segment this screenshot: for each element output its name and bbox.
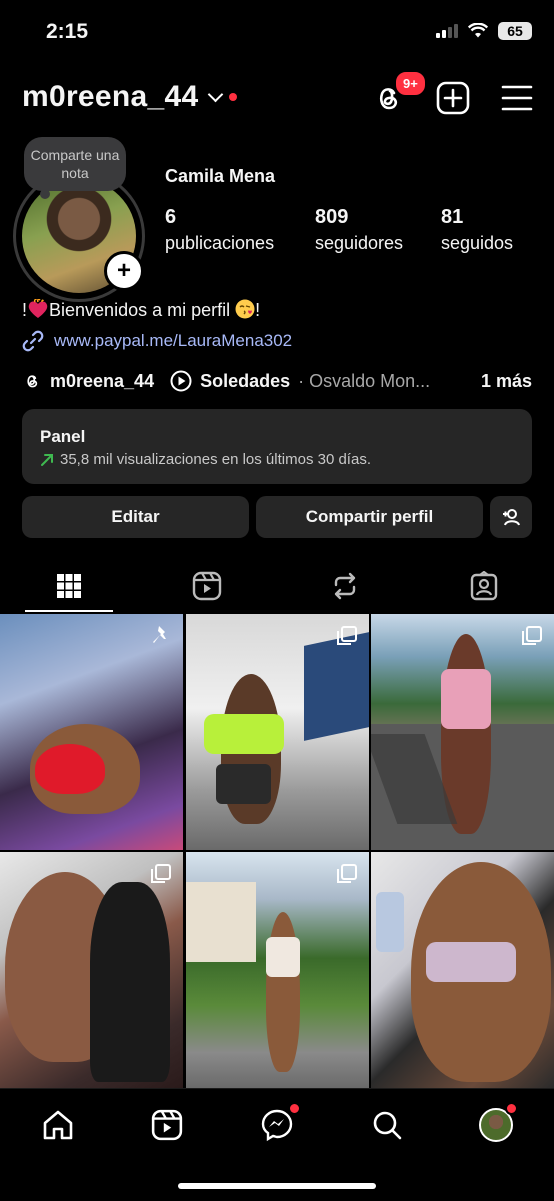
create-icon[interactable] [435, 80, 471, 116]
pin-icon [153, 626, 166, 643]
multiple-posts-icon [522, 626, 542, 645]
nav-search[interactable] [367, 1105, 407, 1145]
trend-up-icon [41, 453, 53, 466]
nav-profile[interactable] [476, 1102, 518, 1145]
bio: ! Bienvenidos a mi perfil ! [22, 298, 261, 321]
multiple-posts-icon [337, 626, 357, 645]
tab-reposts[interactable] [301, 560, 389, 612]
wifi-icon [468, 23, 488, 38]
threads-badge: 9+ [394, 70, 427, 97]
profile-tabs [0, 560, 554, 612]
full-name: Camila Mena [165, 166, 276, 186]
threads-small-icon [27, 375, 38, 388]
status-icons: 65 [436, 22, 532, 40]
battery-icon: 65 [498, 22, 532, 40]
multiple-posts-icon [151, 864, 171, 883]
tab-tagged[interactable] [440, 560, 528, 612]
note-bubble[interactable]: Comparte una nota [24, 137, 126, 191]
tagged-icon [470, 571, 498, 601]
post-thumbnail[interactable] [371, 852, 554, 1088]
reels-icon [151, 1109, 183, 1141]
kiss-emoji-icon [235, 299, 255, 319]
reels-icon [192, 571, 222, 601]
search-icon [373, 1111, 402, 1140]
stat-followers[interactable]: 809 seguidores [315, 206, 403, 254]
tab-reels[interactable] [163, 560, 251, 612]
add-story-icon[interactable]: + [104, 251, 144, 291]
nav-home[interactable] [38, 1105, 78, 1145]
threads-handle[interactable]: m0reena_44 [50, 371, 154, 392]
song-artist: · Osvaldo Mon... [298, 370, 431, 391]
discover-people-button[interactable] [490, 496, 532, 538]
stat-posts-count: 6 [165, 206, 177, 228]
posts-grid [0, 614, 554, 1088]
stat-posts-label: publicaciones [165, 233, 275, 253]
post-thumbnail[interactable] [186, 852, 369, 1088]
more-links[interactable]: 1 más [481, 371, 532, 392]
username: m0reena_44 [22, 80, 199, 113]
messenger-icon [261, 1109, 293, 1142]
notification-dot [229, 93, 238, 101]
post-thumbnail[interactable] [371, 614, 554, 850]
nav-messages[interactable] [257, 1102, 301, 1145]
link-icon [22, 330, 44, 352]
stat-followers-label: seguidores [315, 233, 404, 253]
stat-posts[interactable]: 6 publicaciones [165, 206, 274, 254]
panel-subtitle: 35,8 mil visualizaciones en los últimos … [60, 451, 371, 468]
profile-link[interactable]: www.paypal.me/LauraMena302 [22, 330, 292, 352]
active-tab-indicator [25, 610, 113, 612]
tab-grid[interactable] [25, 560, 113, 612]
post-thumbnail[interactable] [0, 852, 183, 1088]
repost-icon [334, 572, 356, 600]
home-indicator [178, 1183, 376, 1189]
add-person-icon [503, 509, 520, 526]
multiple-posts-icon [337, 864, 357, 883]
profile-notification-dot [505, 1102, 518, 1115]
edit-profile-button[interactable]: Editar [22, 496, 249, 538]
panel-title: Panel [40, 427, 86, 446]
profile-meta-row: m0reena_44 Soledades · Osvaldo Mon... 1 … [22, 370, 532, 392]
stat-following[interactable]: 81 seguidos [441, 206, 513, 254]
status-time: 2:15 [46, 20, 89, 43]
home-icon [43, 1110, 73, 1140]
bio-suffix: ! [255, 300, 261, 320]
post-thumbnail[interactable] [0, 614, 183, 850]
account-switcher[interactable]: m0reena_44 [22, 80, 238, 114]
song-title[interactable]: Soledades [200, 371, 290, 392]
share-profile-button[interactable]: Compartir perfil [256, 496, 483, 538]
nav-reels[interactable] [147, 1105, 187, 1145]
signal-icon [436, 24, 458, 38]
post-thumbnail[interactable] [186, 614, 369, 850]
chevron-down-icon [208, 86, 224, 102]
grid-icon [57, 574, 81, 598]
dashboard-panel[interactable]: Panel 35,8 mil visualizaciones en los úl… [22, 409, 532, 484]
menu-icon[interactable] [499, 80, 535, 116]
heart-on-fire-icon [28, 298, 48, 318]
profile-link-text: www.paypal.me/LauraMena302 [54, 331, 293, 350]
panel-subtitle-row: 35,8 mil visualizaciones en los últimos … [40, 451, 514, 468]
stat-following-count: 81 [441, 206, 464, 228]
bio-text: Bienvenidos a mi perfil [49, 300, 231, 320]
stat-followers-count: 809 [315, 206, 349, 228]
messages-notification-dot [288, 1102, 301, 1115]
stat-following-label: seguidos [441, 233, 514, 253]
play-music-icon [170, 370, 192, 392]
